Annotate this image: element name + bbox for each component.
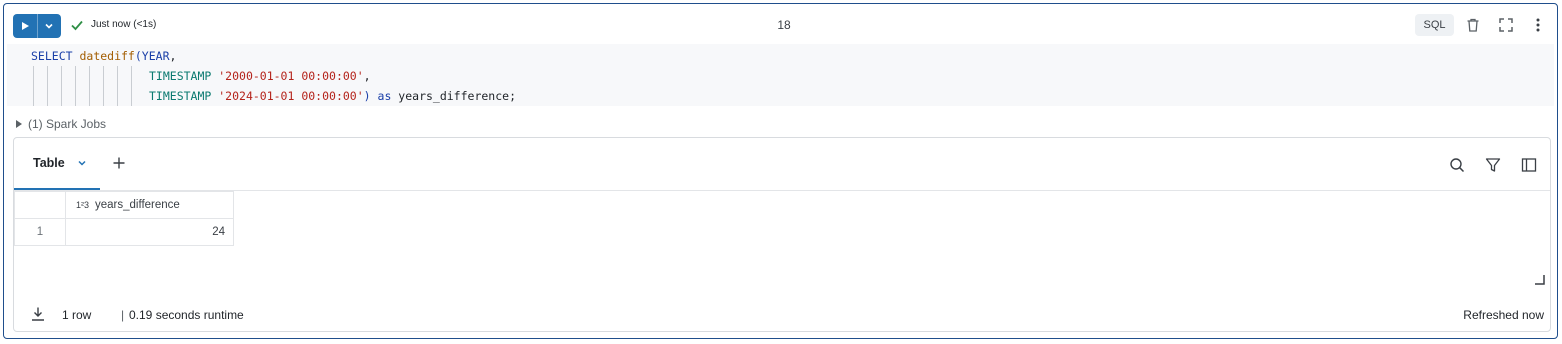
resize-icon[interactable] [1535, 275, 1545, 285]
chevron-down-icon [45, 23, 53, 29]
notebook-cell: Just now (<1s) 18 SQL SELECT datediff(YE… [3, 3, 1558, 339]
code-token: , [169, 49, 177, 63]
sidebar-icon [1521, 158, 1537, 172]
download-icon[interactable] [30, 306, 46, 322]
search-icon [1450, 158, 1465, 173]
language-badge[interactable]: SQL [1415, 14, 1454, 36]
indent-guide [131, 66, 132, 106]
table-row: 1 24 [14, 218, 234, 246]
expand-cell-button[interactable] [1497, 16, 1515, 34]
code-token: ( [134, 49, 142, 63]
code-line-1: SELECT datediff(YEAR, [31, 46, 176, 66]
table-cell[interactable]: 24 [65, 218, 234, 246]
caret-right-icon [16, 120, 22, 128]
tab-table[interactable]: Table [14, 138, 100, 190]
indent-guide [103, 66, 104, 106]
delete-cell-button[interactable] [1464, 16, 1482, 34]
indent-guide [89, 66, 90, 106]
code-token: ; [509, 89, 517, 103]
code-token: as [370, 89, 399, 103]
run-status: Just now (<1s) [91, 19, 157, 30]
code-token: TIMESTAMP [149, 69, 219, 83]
row-count: 1 row [62, 308, 92, 322]
run-button-group [13, 14, 61, 38]
tab-label: Table [33, 156, 65, 170]
indent-guide [117, 66, 118, 106]
indent-guide [61, 66, 62, 106]
indent-guide [47, 66, 48, 106]
code-token: YEAR [141, 49, 170, 63]
run-button[interactable] [13, 14, 37, 38]
spark-jobs-toggle[interactable]: (1) Spark Jobs [16, 117, 106, 131]
refreshed-status: Refreshed now [1463, 308, 1544, 322]
table-header-row: 1²3 years_difference [14, 191, 234, 219]
play-icon [21, 22, 29, 30]
toggle-sidebar-button[interactable] [1520, 156, 1538, 174]
row-index: 1 [14, 218, 66, 246]
run-options-dropdown[interactable] [36, 14, 62, 38]
cell-number: 18 [777, 18, 791, 32]
expand-icon [1499, 18, 1513, 32]
trash-icon [1467, 18, 1479, 32]
column-name: years_difference [95, 199, 180, 211]
code-token: datediff [79, 49, 135, 63]
code-token: '2024-01-01 00:00:00' [218, 89, 364, 103]
code-editor[interactable]: SELECT datediff(YEAR, TIMESTAMP '2000-01… [7, 44, 1554, 106]
code-token: SELECT [31, 49, 80, 63]
results-panel: Table 1²3 years_difference 1 24 1 row | … [13, 137, 1551, 332]
code-token: '2000-01-01 00:00:00' [218, 69, 364, 83]
integer-type-icon: 1²3 [76, 200, 90, 210]
results-table: 1²3 years_difference 1 24 [14, 191, 234, 246]
code-token: ) [363, 89, 371, 103]
code-line-3: TIMESTAMP '2024-01-01 00:00:00') as year… [149, 86, 516, 106]
check-icon [71, 20, 83, 31]
indent-guide [33, 66, 34, 106]
more-options-button[interactable] [1529, 16, 1547, 34]
column-header[interactable]: 1²3 years_difference [65, 191, 234, 219]
filter-icon [1485, 158, 1501, 172]
filter-button[interactable] [1484, 156, 1502, 174]
footer-separator: | [121, 308, 125, 322]
spark-jobs-label: (1) Spark Jobs [28, 117, 107, 131]
row-number-header [14, 191, 66, 219]
code-token: years_difference [398, 89, 510, 103]
code-line-2: TIMESTAMP '2000-01-01 00:00:00', [149, 66, 371, 86]
chevron-down-icon[interactable] [77, 158, 87, 168]
indent-guide [75, 66, 76, 106]
results-footer: 1 row | 0.19 seconds runtime Refreshed n… [14, 304, 1550, 328]
code-token: , [363, 69, 371, 83]
divider [14, 190, 1550, 191]
runtime: 0.19 seconds runtime [129, 308, 244, 322]
more-vertical-icon [1536, 18, 1540, 32]
search-button[interactable] [1448, 156, 1466, 174]
plus-icon[interactable] [112, 156, 126, 170]
column-header-content: 1²3 years_difference [76, 199, 233, 211]
code-token: TIMESTAMP [149, 89, 219, 103]
